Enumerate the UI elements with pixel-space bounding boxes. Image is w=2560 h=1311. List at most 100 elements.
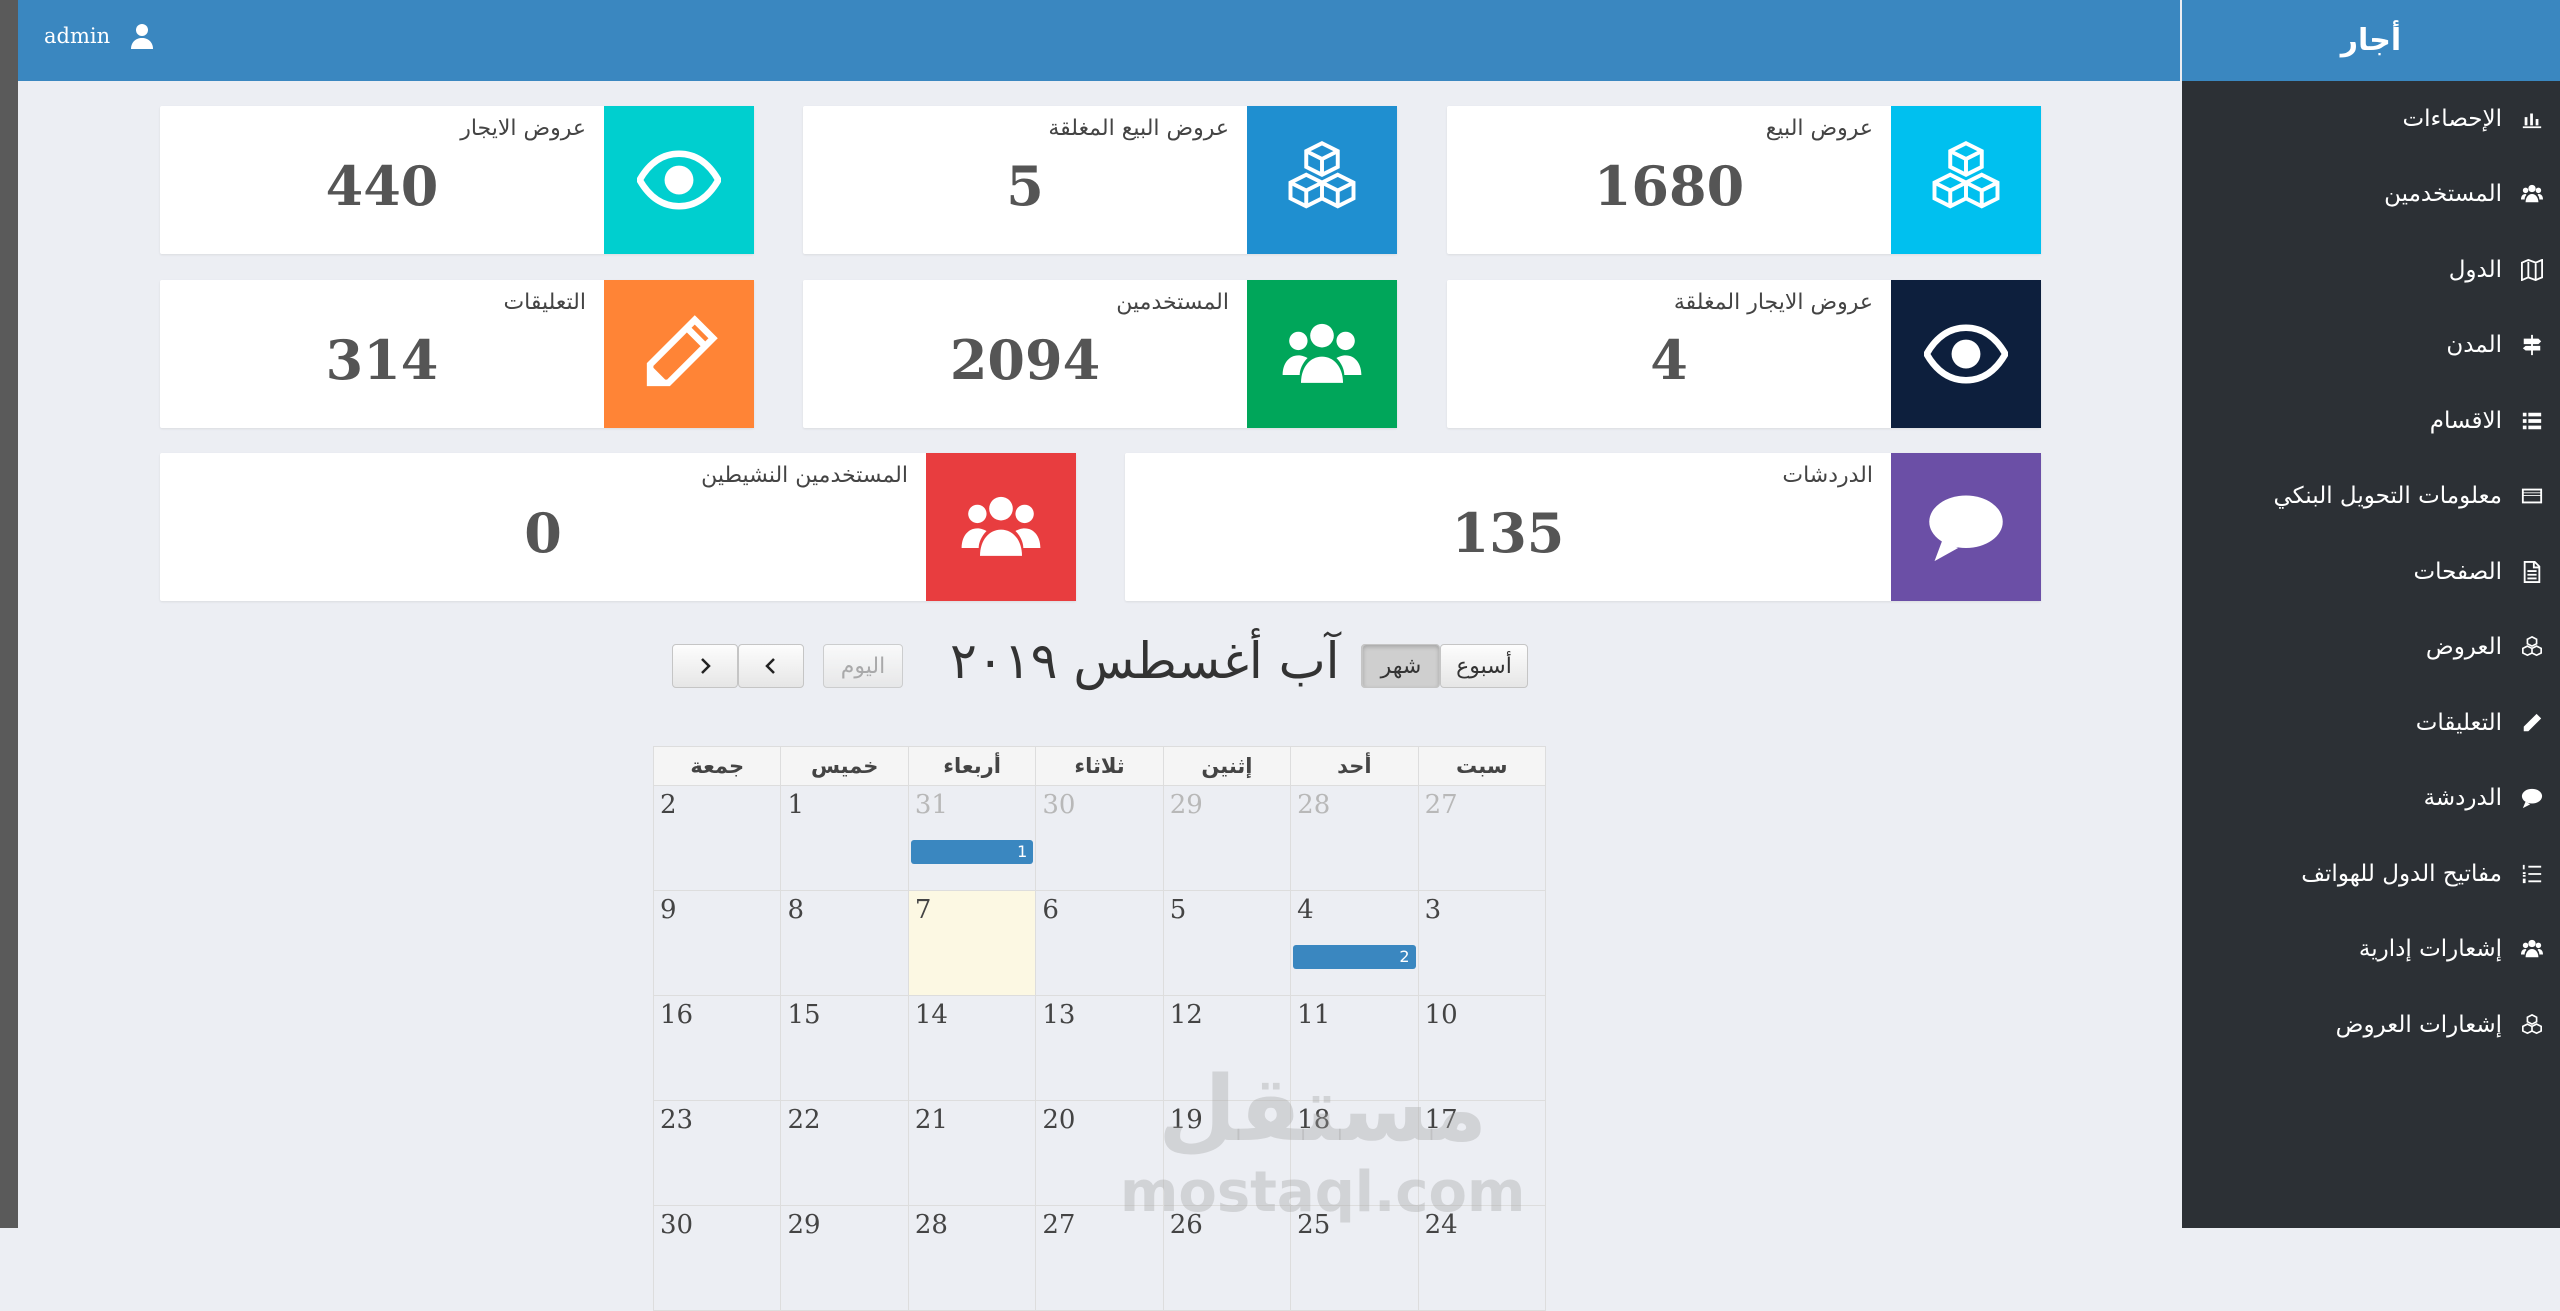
calendar-day[interactable]: 7 [907, 890, 1037, 996]
stat-card-active-users[interactable]: المستخدمين النشيطين 0 [160, 453, 1076, 601]
list-icon [2518, 407, 2546, 435]
calendar-day[interactable]: 8 [780, 890, 909, 996]
sidebar-item-7[interactable]: العروض [2182, 610, 2560, 686]
user-icon [131, 24, 154, 49]
stat-icon-box [1891, 453, 2041, 601]
calendar-day[interactable]: 2 [652, 785, 782, 891]
stat-card-comments[interactable]: التعليقات 314 [160, 280, 754, 428]
calendar-day[interactable]: 15 [780, 995, 909, 1101]
stat-label: عروض البيع [1765, 116, 1873, 141]
sidebar-item-1[interactable]: المستخدمين [2182, 157, 2560, 233]
map-icon [2518, 256, 2546, 284]
calendar-day[interactable]: 1 [780, 785, 909, 891]
sidebar-item-label: إشعارات العروض [2335, 1011, 2502, 1038]
calendar-day[interactable]: 28 [907, 1205, 1037, 1311]
user-menu[interactable]: admin [44, 22, 154, 50]
calendar-day[interactable]: 29 [780, 1205, 909, 1311]
day-number: 20 [1042, 1105, 1076, 1135]
day-number: 3 [1424, 895, 1442, 925]
sidebar-item-0[interactable]: الإحصاءات [2182, 81, 2560, 157]
sidebar-item-3[interactable]: المدن [2182, 308, 2560, 384]
day-number: 28 [1297, 790, 1331, 820]
bar-chart-icon [2518, 105, 2546, 133]
day-number: 29 [787, 1210, 821, 1240]
stat-card-sale-offers[interactable]: عروض البيع 1680 [1447, 106, 2041, 254]
sidebar-item-9[interactable]: الدردشة [2182, 761, 2560, 837]
stat-icon-box [1247, 106, 1397, 254]
calendar-day[interactable]: 42 [1290, 890, 1419, 996]
sidebar-item-12[interactable]: إشعارات العروض [2182, 987, 2560, 1063]
calendar-day[interactable]: 14 [907, 995, 1037, 1101]
sidebar-item-label: الدردشة [2423, 785, 2502, 812]
calendar-day[interactable]: 27 [1417, 785, 1547, 891]
calendar-day[interactable]: 28 [1290, 785, 1419, 891]
calendar-day[interactable]: 29 [1162, 785, 1292, 891]
stat-value: 0 [524, 501, 562, 565]
cubes-icon [1288, 141, 1356, 209]
day-number: 4 [1297, 895, 1314, 925]
stat-label: التعليقات [503, 290, 586, 315]
stat-icon-box [604, 280, 754, 428]
stat-card-rent-offers[interactable]: عروض الايجار 440 [160, 106, 754, 254]
day-number: 14 [914, 1000, 948, 1030]
day-number: 23 [660, 1105, 694, 1135]
sidebar-item-10[interactable]: مفاتيح الدول للهواتف [2182, 836, 2560, 912]
today-button[interactable]: اليوم [823, 644, 903, 688]
calendar-day[interactable]: 16 [652, 995, 782, 1101]
day-number: 21 [914, 1105, 948, 1135]
cubes-icon [2518, 1011, 2546, 1039]
watermark-latin: mostaql.com [1120, 1160, 1526, 1225]
calendar-week: 27 28 29 30 31 1 1 2 [652, 785, 1547, 891]
calendar-day[interactable]: 6 [1035, 890, 1164, 996]
stat-icon-box [1891, 106, 2041, 254]
stat-card-closed-sale-offers[interactable]: عروض البيع المغلقة 5 [803, 106, 1397, 254]
day-number: 15 [787, 1000, 821, 1030]
day-number: 27 [1042, 1210, 1076, 1240]
sidebar-item-label: المدن [2446, 332, 2502, 359]
calendar-day[interactable]: 31 1 [907, 785, 1037, 891]
stat-icon-box [926, 453, 1076, 601]
users-icon [2518, 180, 2546, 208]
calendar-day[interactable]: 5 [1162, 890, 1292, 996]
day-number: 30 [1042, 790, 1076, 820]
day-number: 28 [914, 1210, 948, 1240]
stat-value: 1680 [1593, 154, 1745, 218]
sidebar-item-4[interactable]: الاقسام [2182, 383, 2560, 459]
sidebar-item-11[interactable]: إشعارات إدارية [2182, 912, 2560, 988]
sidebar-item-2[interactable]: الدول [2182, 232, 2560, 308]
day-number: 16 [660, 1000, 694, 1030]
prev-button[interactable] [738, 644, 804, 688]
pencil-icon [2518, 709, 2546, 737]
sidebar-item-8[interactable]: التعليقات [2182, 685, 2560, 761]
sidebar-item-label: التعليقات [2415, 709, 2502, 736]
sidebar-item-label: الاقسام [2429, 407, 2502, 434]
calendar-event[interactable]: 2 [1293, 945, 1416, 969]
eye-icon [637, 150, 721, 210]
next-button[interactable] [672, 644, 738, 688]
sidebar-item-6[interactable]: الصفحات [2182, 534, 2560, 610]
sidebar-item-5[interactable]: معلومات التحويل البنكي [2182, 459, 2560, 535]
stat-icon-box [1247, 280, 1397, 428]
day-number: 6 [1042, 895, 1059, 925]
calendar-day[interactable]: 22 [780, 1100, 909, 1206]
view-month-button[interactable]: شهر [1362, 644, 1440, 688]
calendar-day[interactable]: 9 [652, 890, 782, 996]
day-number: 12 [1169, 1000, 1203, 1030]
calendar-grid: سبت أحد إثنين ثلاثاء أربعاء خميس جمعة 27 28 29 30… [652, 746, 1547, 1311]
calendar-day[interactable]: 21 [907, 1100, 1037, 1206]
sidebar-item-label: مفاتيح الدول للهواتف [2301, 860, 2502, 887]
stat-card-chats[interactable]: الدردشات 135 [1125, 453, 2041, 601]
calendar-event[interactable]: 1 [910, 840, 1034, 864]
calendar-day[interactable]: 30 [652, 1205, 782, 1311]
sidebar-item-label: الدول [2448, 256, 2502, 283]
calendar-title: آب أغسطس ٢٠١٩ [950, 632, 1340, 690]
stat-card-users[interactable]: المستخدمين 2094 [803, 280, 1397, 428]
sidebar-item-label: المستخدمين [2384, 181, 2502, 208]
calendar-day[interactable]: 23 [652, 1100, 782, 1206]
brand-logo[interactable]: أجار [2182, 0, 2560, 81]
calendar-day[interactable]: 3 [1417, 890, 1547, 996]
stat-card-closed-rent-offers[interactable]: عروض الايجار المغلقة 4 [1447, 280, 2041, 428]
calendar-day[interactable]: 30 [1035, 785, 1164, 891]
day-number: 13 [1042, 1000, 1076, 1030]
view-week-button[interactable]: أسبوع [1440, 644, 1528, 688]
